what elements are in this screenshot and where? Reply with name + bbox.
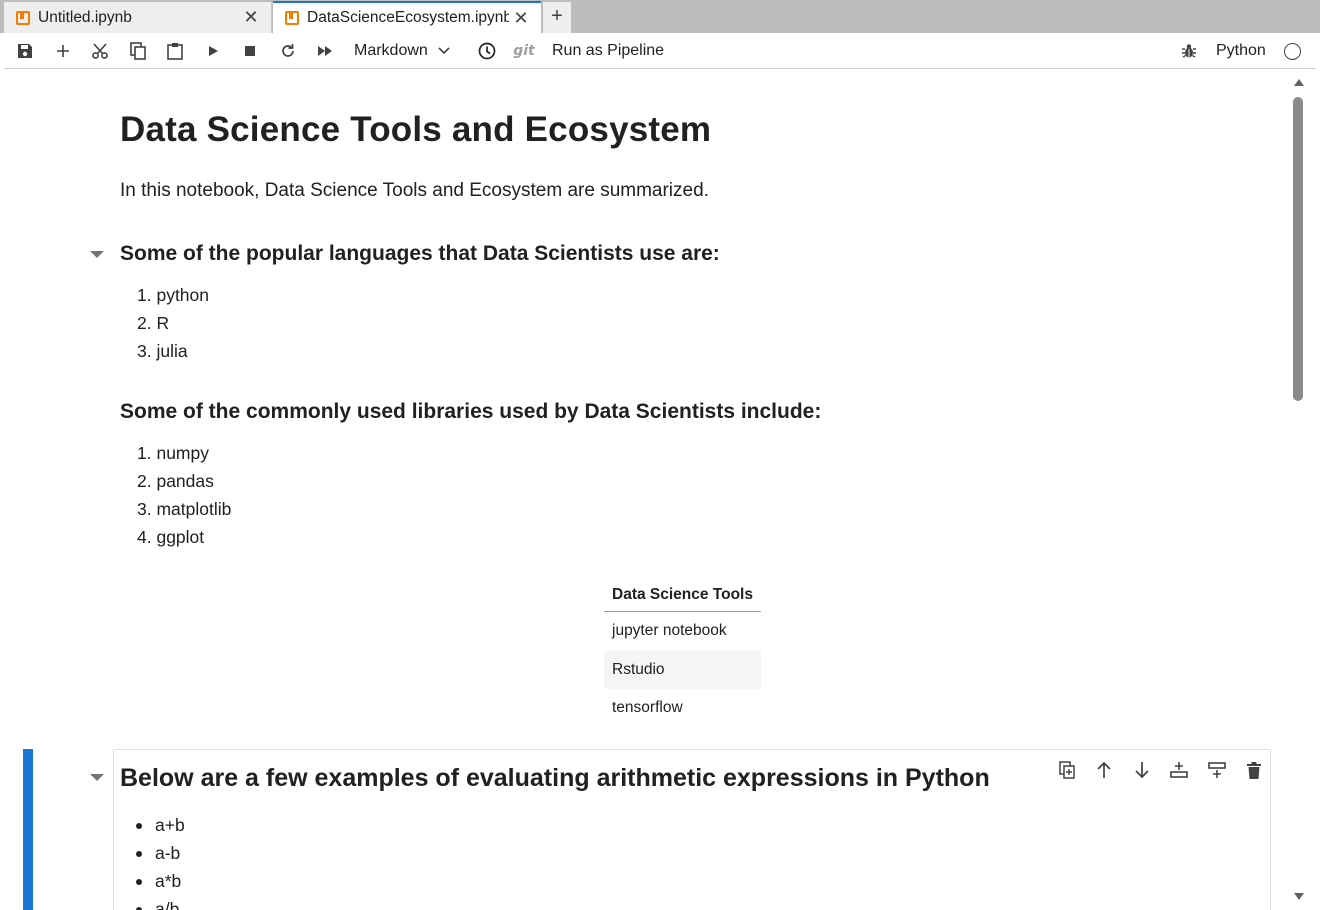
insert-above-button[interactable] [1161,758,1199,782]
notebook-title: Data Science Tools and Ecosystem [120,110,712,149]
bullet-icon [136,823,142,829]
move-down-button[interactable] [1123,758,1161,782]
cell-type-value: Markdown [354,42,428,59]
insert-below-button[interactable] [1198,758,1236,782]
git-button[interactable]: git [509,33,539,69]
insert-below-icon [1207,762,1226,778]
list-item: 2. pandas [137,471,214,491]
copy-icon [130,42,146,60]
list-item: a+b [155,815,185,835]
scroll-thumb[interactable] [1293,97,1303,401]
new-tab-button[interactable]: + [543,2,571,33]
add-cell-button[interactable] [50,33,76,69]
run-as-pipeline-label: Run as Pipeline [552,42,665,59]
tools-table: Data Science Tools jupyter notebook Rstu… [604,578,761,728]
table-row: Rstudio [604,650,761,689]
tab-label: Untitled.ipynb [38,8,132,26]
tab-bar: Untitled.ipynb ✕ DataScienceEcosystem.ip… [0,0,1320,33]
copy-button[interactable] [125,33,151,69]
run-icon [209,46,218,56]
notebook-panel[interactable]: Data Science Tools and Ecosystem In this… [4,70,1316,910]
paste-icon [167,43,183,60]
table-header: Data Science Tools [604,578,761,612]
cut-icon [92,43,108,59]
close-icon[interactable]: ✕ [239,7,263,28]
cut-button[interactable] [87,33,113,69]
restart-button[interactable] [275,33,301,69]
clock-icon [478,42,496,60]
kernel-label: Python [1216,42,1266,59]
save-button[interactable] [12,33,38,69]
kernel-status [1282,33,1302,69]
paste-button[interactable] [162,33,188,69]
notebook-icon [285,11,299,25]
list-item: a*b [155,871,182,891]
chevron-down-icon [438,47,450,55]
list-item: a/b [155,899,180,910]
tab-untitled[interactable]: Untitled.ipynb ✕ [4,2,272,33]
scroll-up-icon[interactable] [1294,79,1304,86]
vertical-scrollbar[interactable] [1291,70,1305,910]
kernel-name[interactable]: Python [1216,33,1276,69]
history-button[interactable] [474,33,500,69]
table-row: jupyter notebook [612,622,727,639]
list-item: 3. matplotlib [137,499,232,519]
active-cell-indicator[interactable] [23,749,33,910]
stop-icon [245,46,255,56]
kernel-idle-icon [1283,42,1301,60]
tab-label: DataScienceEcosystem.ipynb [307,9,509,26]
list-item: 4. ggplot [137,527,205,547]
arithmetic-heading: Below are a few examples of evaluating a… [120,764,990,792]
delete-cell-button[interactable] [1236,758,1274,782]
save-icon [18,44,32,58]
tab-datascienceecosystem[interactable]: DataScienceEcosystem.ipynb ✕ [273,1,541,33]
restart-icon [282,44,294,57]
run-as-pipeline-button[interactable]: Run as Pipeline [552,33,668,69]
collapse-heading-icon[interactable] [90,774,104,781]
duplicate-cell-button[interactable] [1048,758,1086,782]
list-item: 2. R [137,313,170,333]
arrow-up-icon [1097,761,1111,778]
list-item: 1. numpy [137,443,209,463]
close-icon[interactable]: ✕ [509,8,533,29]
git-label: git [513,43,535,59]
cell-type-select[interactable]: Markdown [354,33,460,69]
bug-icon [1182,44,1196,58]
insert-above-icon [1170,762,1189,778]
libraries-heading: Some of the commonly used libraries used… [120,400,822,423]
cell-toolbar [1048,758,1273,782]
run-all-button[interactable] [312,33,338,69]
list-item: a-b [155,843,181,863]
bullet-icon [136,851,142,857]
list-item: 3. julia [137,341,188,361]
list-item: 1. python [137,285,209,305]
bullet-icon [136,879,142,885]
trash-icon [1247,761,1262,779]
debugger-button[interactable] [1176,33,1202,69]
fast-forward-icon [318,46,332,56]
scroll-down-icon[interactable] [1294,893,1304,900]
notebook-toolbar: Markdown git Run as Pipeline Python [4,33,1316,69]
table-row: tensorflow [612,699,683,716]
add-icon [57,45,69,57]
duplicate-icon [1059,761,1075,779]
notebook-icon [16,10,30,25]
stop-button[interactable] [237,33,263,69]
run-button[interactable] [200,33,226,69]
collapse-heading-icon[interactable] [90,251,104,258]
intro-text: In this notebook, Data Science Tools and… [120,180,709,201]
move-up-button[interactable] [1086,758,1124,782]
arrow-down-icon [1135,762,1149,779]
languages-heading: Some of the popular languages that Data … [120,242,720,265]
